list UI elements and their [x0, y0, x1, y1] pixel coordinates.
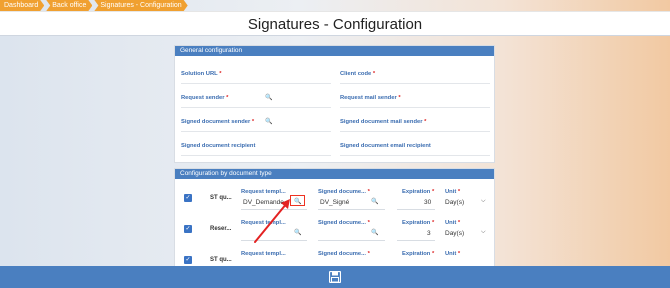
check-icon[interactable]: ✓ [184, 194, 192, 202]
signed-document-email-recipient-field[interactable]: Signed document email recipient [340, 134, 490, 156]
request-mail-sender-field[interactable]: Request mail sender * [340, 86, 490, 108]
expiration-value[interactable]: 30 [424, 199, 431, 206]
unit-value[interactable]: Day(s) [445, 199, 464, 206]
unit-label: Unit [445, 189, 457, 195]
request-sender-label: Request sender [181, 95, 225, 101]
signed-document-sender-field[interactable]: Signed document sender * 🔍 [181, 110, 331, 132]
annotation-arrow [254, 199, 290, 243]
unit-label: Unit [445, 220, 457, 226]
signed-document-recipient-field[interactable]: Signed document recipient [181, 134, 331, 156]
search-icon[interactable]: 🔍 [265, 94, 272, 101]
breadcrumb-item-back-office[interactable]: Back office [46, 0, 92, 11]
required-mark: * [367, 189, 370, 195]
required-mark: * [372, 71, 376, 77]
check-icon[interactable]: ✓ [184, 225, 192, 233]
signed-document-email-recipient-label: Signed document email recipient [340, 143, 431, 149]
unit-value[interactable]: Day(s) [445, 230, 464, 237]
search-icon[interactable]: 🔍 [371, 229, 378, 236]
signed-document-value[interactable]: DV_Signé [320, 199, 349, 206]
document-type-label: Reser... [210, 226, 232, 232]
check-icon[interactable]: ✓ [184, 256, 192, 264]
search-icon[interactable]: 🔍 [294, 198, 301, 205]
expiration-value[interactable]: 3 [427, 230, 431, 237]
signed-document-mail-sender-label: Signed document mail sender [340, 119, 423, 125]
required-mark: * [457, 251, 461, 257]
document-type-row: ✓ ST qu... Request templ... DV_Demande 🔍… [175, 181, 494, 213]
request-template-label: Request templ... [241, 189, 286, 195]
search-icon[interactable]: 🔍 [265, 118, 272, 125]
chevron-down-icon[interactable]: ⌵ [481, 198, 486, 205]
required-mark: * [431, 220, 435, 226]
document-type-row: ✓ ST qu... Request templ... Signed docum… [175, 243, 494, 267]
document-type-row: ✓ Reser... Request templ... 🔍 Signed doc… [175, 212, 494, 244]
signed-document-label: Signed docume... [318, 220, 366, 226]
page-title: Signatures - Configuration [247, 16, 423, 33]
document-type-label: ST qu... [210, 195, 232, 201]
required-mark: * [457, 189, 461, 195]
document-type-label: ST qu... [210, 257, 232, 263]
request-mail-sender-label: Request mail sender [340, 95, 397, 101]
signed-document-mail-sender-field[interactable]: Signed document mail sender * [340, 110, 490, 132]
chevron-down-icon[interactable]: ⌵ [481, 229, 486, 236]
signed-document-sender-label: Signed document sender [181, 119, 251, 125]
configuration-by-document-type-panel: Configuration by document type ✓ ST qu..… [174, 168, 495, 268]
save-icon[interactable] [329, 271, 341, 283]
required-mark: * [398, 95, 401, 101]
required-mark: * [457, 220, 461, 226]
solution-url-field[interactable]: Solution URL * [181, 62, 331, 84]
general-configuration-panel: General configuration Solution URL * Cli… [174, 45, 495, 163]
required-mark: * [367, 220, 370, 226]
search-icon[interactable]: 🔍 [294, 229, 301, 236]
required-mark: * [367, 251, 370, 257]
required-mark: * [251, 119, 255, 125]
unit-label: Unit [445, 251, 457, 257]
expiration-label: Expiration [402, 189, 431, 195]
general-configuration-header: General configuration [175, 46, 494, 56]
required-mark: * [219, 71, 222, 77]
breadcrumb: Dashboard Back office Signatures - Confi… [0, 0, 190, 11]
signed-document-recipient-label: Signed document recipient [181, 143, 256, 149]
signed-document-label: Signed docume... [318, 251, 366, 257]
required-mark: * [226, 95, 229, 101]
expiration-label: Expiration [402, 220, 431, 226]
expiration-label: Expiration [402, 251, 431, 257]
client-code-label: Client code [340, 71, 372, 77]
search-icon[interactable]: 🔍 [371, 198, 378, 205]
configuration-by-document-type-header: Configuration by document type [175, 169, 494, 179]
request-sender-field[interactable]: Request sender * 🔍 [181, 86, 331, 108]
required-mark: * [431, 189, 435, 195]
save-bar [0, 266, 670, 288]
client-code-field[interactable]: Client code * [340, 62, 490, 84]
breadcrumb-item-dashboard[interactable]: Dashboard [0, 0, 44, 11]
request-template-label: Request templ... [241, 251, 286, 257]
signed-document-label: Signed docume... [318, 189, 366, 195]
required-mark: * [424, 119, 427, 125]
solution-url-label: Solution URL [181, 71, 218, 77]
breadcrumb-item-signatures-configuration: Signatures - Configuration [94, 0, 187, 11]
title-bar: Signatures - Configuration [0, 11, 670, 36]
required-mark: * [431, 251, 435, 257]
